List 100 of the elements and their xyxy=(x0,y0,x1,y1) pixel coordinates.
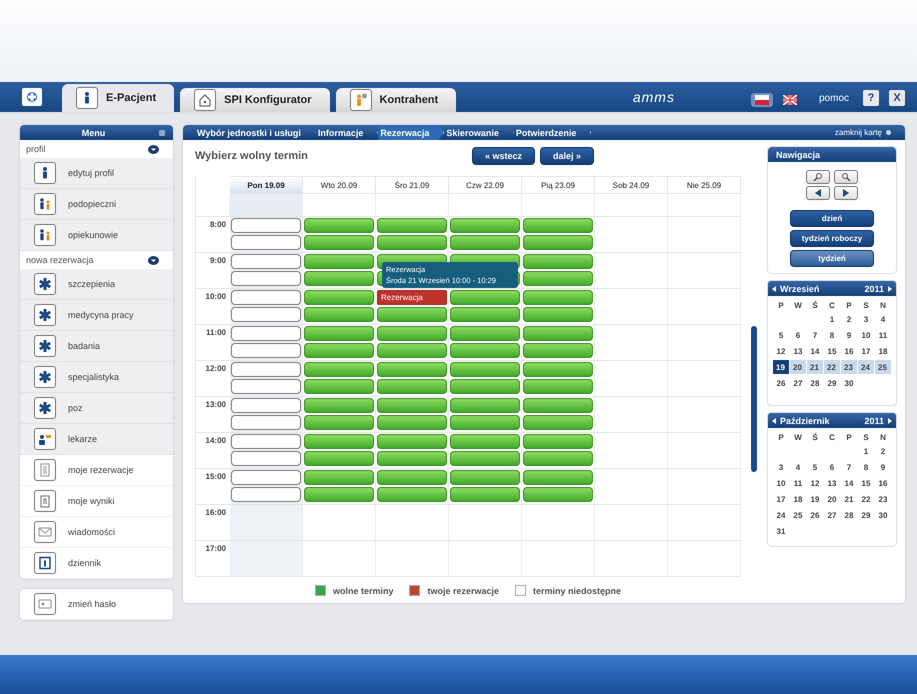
close-button[interactable]: X xyxy=(889,90,905,106)
calendar-day[interactable]: 6 xyxy=(824,460,840,474)
calendar-day[interactable]: 18 xyxy=(874,344,892,358)
day-header[interactable]: Pią 23.09 xyxy=(522,176,595,194)
calendar-day[interactable]: 29 xyxy=(824,376,840,390)
app-tab[interactable]: SPI Konfigurator xyxy=(180,88,330,112)
wizard-step[interactable]: Skierowanie xyxy=(444,125,514,140)
next-button[interactable]: dalej » xyxy=(540,147,594,165)
calendar-day[interactable]: 3 xyxy=(858,312,874,326)
view-button[interactable]: tydzień xyxy=(790,250,874,267)
menu-item[interactable]: zmień hasło xyxy=(20,589,173,620)
day-header[interactable]: Sob 24.09 xyxy=(595,176,668,194)
calendar-day[interactable]: 15 xyxy=(858,476,874,490)
calendar-day[interactable]: 2 xyxy=(840,312,858,326)
calendar-day[interactable]: 1 xyxy=(824,312,840,326)
reservation-slot[interactable]: Rezerwacja xyxy=(377,290,447,305)
calendar-day[interactable]: 30 xyxy=(874,508,892,522)
calendar-day[interactable]: 14 xyxy=(840,476,858,490)
wizard-step[interactable]: Rezerwacja xyxy=(378,125,444,140)
calendar-day[interactable]: 9 xyxy=(840,328,858,342)
view-button[interactable]: tydzień roboczy xyxy=(790,230,874,247)
wizard-step[interactable]: Potwierdzenie xyxy=(514,125,592,140)
calendar-day[interactable]: 26 xyxy=(806,508,824,522)
calendar-day[interactable]: 21 xyxy=(840,492,858,506)
calendar-day[interactable]: 26 xyxy=(772,376,790,390)
view-button[interactable]: dzień xyxy=(790,210,874,227)
day-header[interactable]: Wto 20.09 xyxy=(303,176,376,194)
calendar-day[interactable]: 30 xyxy=(840,376,858,390)
menu-section-header[interactable]: nowa rezerwacja xyxy=(20,251,173,269)
menu-item[interactable]: moje rezerwacje xyxy=(20,455,173,486)
calendar-day[interactable]: 16 xyxy=(840,344,858,358)
calendar-day[interactable]: 12 xyxy=(806,476,824,490)
menu-item[interactable]: badania xyxy=(20,331,173,362)
calendar-day[interactable]: 28 xyxy=(840,508,858,522)
menu-item[interactable]: edytuj profil xyxy=(20,158,173,189)
calendar-day[interactable]: 27 xyxy=(824,508,840,522)
calendar-day[interactable]: 24 xyxy=(772,508,790,522)
calendar-day[interactable]: 8 xyxy=(858,460,874,474)
calendar-day[interactable]: 19 xyxy=(806,492,824,506)
calendar-day[interactable]: 9 xyxy=(874,460,892,474)
app-tab[interactable]: E-Pacjent xyxy=(62,84,174,112)
calendar-day[interactable]: 11 xyxy=(790,476,806,490)
menu-item[interactable]: moje wyniki xyxy=(20,486,173,517)
calendar-day[interactable]: 8 xyxy=(824,328,840,342)
calendar-day[interactable]: 4 xyxy=(790,460,806,474)
calendar-day[interactable]: 23 xyxy=(840,360,858,374)
calendar-day[interactable]: 17 xyxy=(858,344,874,358)
calendar-day[interactable]: 1 xyxy=(858,444,874,458)
calendar-day[interactable]: 11 xyxy=(874,328,892,342)
day-header[interactable]: Śro 21.09 xyxy=(376,176,449,194)
calendar-day[interactable]: 13 xyxy=(824,476,840,490)
close-tab-button[interactable]: zamknij kartę xyxy=(828,127,897,138)
calendar-day[interactable]: 10 xyxy=(858,328,874,342)
calendar-day[interactable]: 6 xyxy=(790,328,806,342)
calendar-day[interactable]: 18 xyxy=(790,492,806,506)
calendar-day[interactable]: 13 xyxy=(790,344,806,358)
calendar-day[interactable]: 23 xyxy=(874,492,892,506)
help-link[interactable]: pomoc xyxy=(818,93,849,104)
calendar-day[interactable]: 22 xyxy=(824,360,840,374)
calendar-day[interactable]: 22 xyxy=(858,492,874,506)
calendar-day[interactable]: 20 xyxy=(824,492,840,506)
calendar-day[interactable]: 31 xyxy=(772,524,790,538)
calendar-day[interactable]: 2 xyxy=(874,444,892,458)
calendar-day[interactable]: 12 xyxy=(772,344,790,358)
menu-item[interactable]: medycyna pracy xyxy=(20,300,173,331)
help-button[interactable]: ? xyxy=(863,90,879,106)
wizard-step[interactable]: Wybór jednostki i usługi xyxy=(195,125,316,140)
calendar-day[interactable]: 3 xyxy=(772,460,790,474)
menu-item[interactable]: dziennik xyxy=(20,548,173,579)
menu-item[interactable]: podopieczni xyxy=(20,189,173,220)
menu-item[interactable]: poz xyxy=(20,393,173,424)
menu-item[interactable]: specjalistyka xyxy=(20,362,173,393)
calendar-day[interactable]: 19 xyxy=(772,360,790,374)
calendar-day[interactable]: 4 xyxy=(874,312,892,326)
day-header[interactable]: Czw 22.09 xyxy=(449,176,522,194)
app-tab[interactable]: Kontrahent xyxy=(336,88,456,112)
menu-item[interactable]: szczepienia xyxy=(20,269,173,300)
day-header[interactable]: Pon 19.09 xyxy=(230,176,303,194)
calendar-day[interactable]: 21 xyxy=(806,360,824,374)
calendar-day[interactable]: 14 xyxy=(806,344,824,358)
calendar-day[interactable]: 17 xyxy=(772,492,790,506)
calendar-day[interactable]: 10 xyxy=(772,476,790,490)
weekday-label: S xyxy=(862,301,870,310)
calendar-day[interactable]: 25 xyxy=(790,508,806,522)
calendar-day[interactable]: 27 xyxy=(790,376,806,390)
calendar-day[interactable]: 20 xyxy=(790,360,806,374)
calendar-day[interactable]: 5 xyxy=(772,328,790,342)
calendar-day[interactable]: 28 xyxy=(806,376,824,390)
calendar-day[interactable]: 25 xyxy=(874,360,892,374)
menu-item[interactable]: wiadomości xyxy=(20,517,173,548)
menu-section-header[interactable]: profil xyxy=(20,140,173,158)
calendar-day[interactable]: 7 xyxy=(840,460,858,474)
back-button[interactable]: « wstecz xyxy=(472,147,536,165)
day-header[interactable]: Nie 25.09 xyxy=(668,176,741,194)
calendar-day[interactable]: 5 xyxy=(806,460,824,474)
calendar-day[interactable]: 7 xyxy=(806,328,824,342)
calendar-day[interactable]: 15 xyxy=(824,344,840,358)
calendar-day[interactable]: 24 xyxy=(858,360,874,374)
calendar-day[interactable]: 16 xyxy=(874,476,892,490)
calendar-day[interactable]: 29 xyxy=(858,508,874,522)
